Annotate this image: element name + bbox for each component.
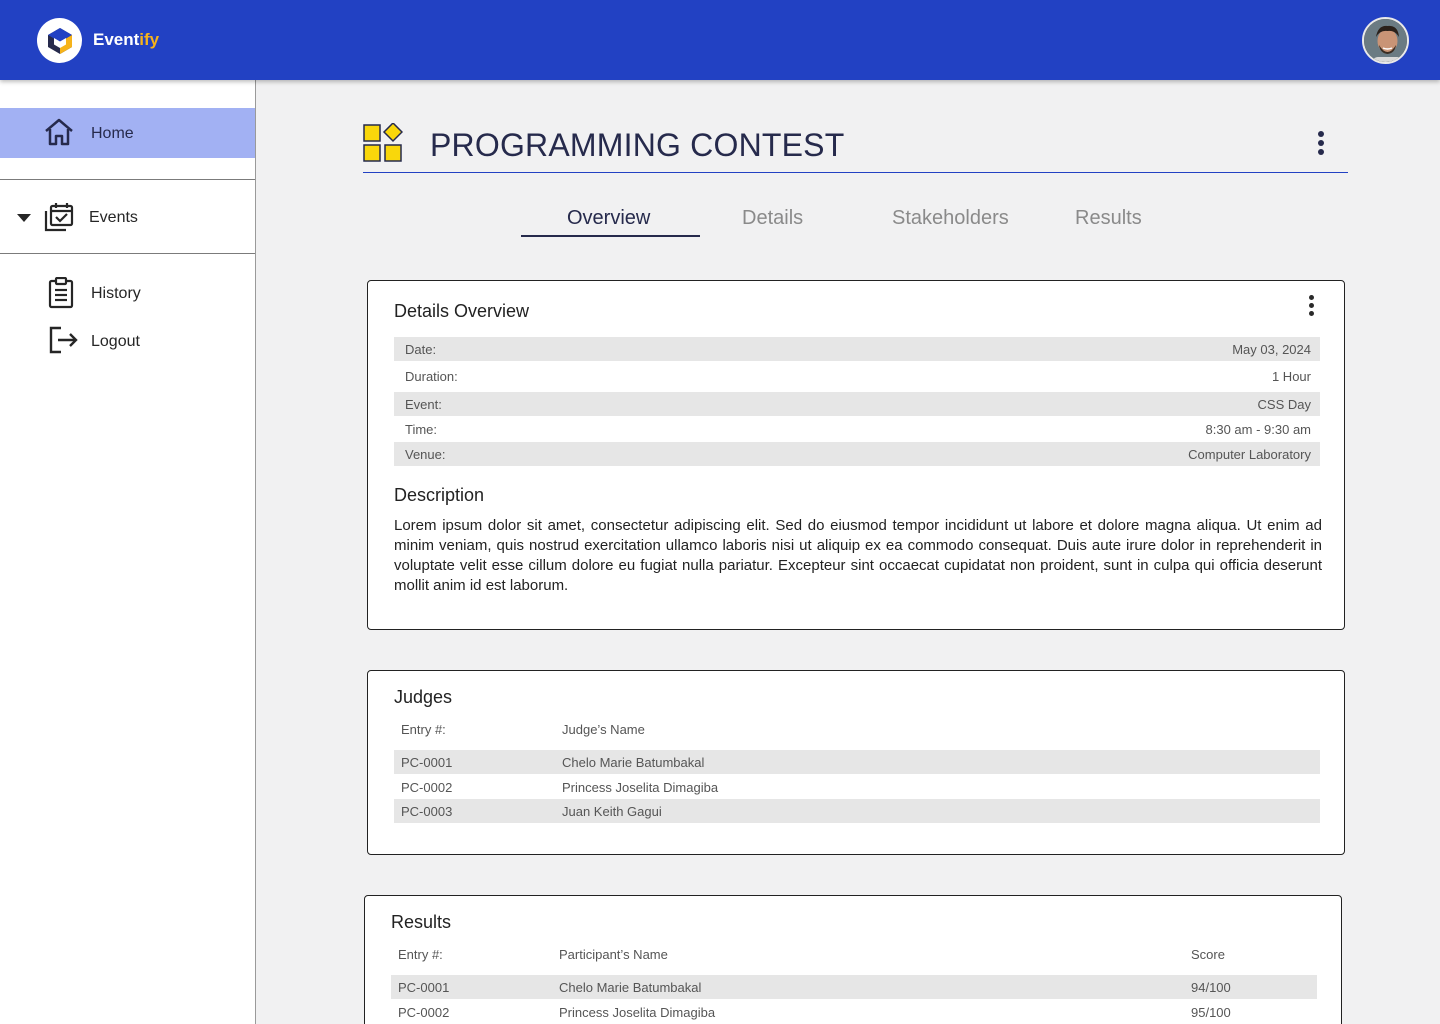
home-icon <box>44 118 74 151</box>
sidebar-item-home[interactable]: Home <box>0 108 255 158</box>
entry-cell: PC-0002 <box>398 1005 450 1020</box>
description-text: Lorem ipsum dolor sit amet, consectetur … <box>394 517 1322 594</box>
entry-cell: PC-0002 <box>401 780 453 795</box>
table-row: PC-0003 Juan Keith Gagui <box>394 799 1320 823</box>
sidebar: Home Events History Logout <box>0 80 256 1024</box>
detail-row-time: Time: 8:30 am - 9:30 am <box>394 417 1320 441</box>
logout-icon <box>47 325 79 360</box>
entry-cell: PC-0003 <box>401 804 453 819</box>
detail-value: May 03, 2024 <box>1232 342 1311 357</box>
name-cell: Princess Joselita Dimagiba <box>559 1005 716 1020</box>
active-tab-indicator <box>521 235 700 237</box>
detail-value: CSS Day <box>1257 397 1311 412</box>
name-cell: Princess Joselita Dimagiba <box>562 780 719 795</box>
detail-label: Duration: <box>405 369 458 384</box>
sidebar-divider <box>0 253 255 254</box>
page-title: PROGRAMMING CONTEST <box>430 127 845 163</box>
card-title: Details Overview <box>394 301 530 321</box>
detail-label: Event: <box>405 397 442 412</box>
detail-row-duration: Duration: 1 Hour <box>394 364 1320 388</box>
card-title: Judges <box>394 687 453 707</box>
detail-label: Time: <box>405 422 438 437</box>
caret-down-icon[interactable] <box>17 214 31 222</box>
calendar-check-icon <box>44 202 74 237</box>
tab-results[interactable]: Results <box>1075 207 1142 230</box>
detail-value: 8:30 am - 9:30 am <box>1205 422 1312 437</box>
brand-name[interactable]: Eventify <box>93 30 159 50</box>
user-avatar[interactable] <box>1362 17 1409 64</box>
sidebar-item-label: Logout <box>91 333 140 350</box>
table-row: PC-0001 Chelo Marie Batumbakal 94/100 <box>391 975 1317 999</box>
column-header-entry: Entry #: <box>398 947 443 962</box>
entry-cell: PC-0001 <box>398 980 450 995</box>
details-overview-card: Details Overview Date: May 03, 2024 Dura… <box>367 280 1345 630</box>
score-cell: 94/100 <box>1191 980 1231 995</box>
results-card: Results Entry #: Participant’s Name Scor… <box>364 895 1342 1024</box>
column-header-entry: Entry #: <box>401 722 446 737</box>
name-cell: Juan Keith Gagui <box>562 804 662 819</box>
table-row: PC-0002 Princess Joselita Dimagiba 95/10… <box>391 1000 1317 1024</box>
detail-value: 1 Hour <box>1271 369 1311 384</box>
judges-card: Judges Entry #: Judge’s Name PC-0001 Che… <box>367 670 1345 855</box>
table-row: PC-0001 Chelo Marie Batumbakal <box>394 750 1320 774</box>
column-header-participant-name: Participant’s Name <box>559 947 668 962</box>
score-cell: 95/100 <box>1191 1005 1231 1020</box>
apps-icon <box>363 121 404 163</box>
name-cell: Chelo Marie Batumbakal <box>559 980 702 995</box>
top-bar: Eventify <box>0 0 1440 80</box>
column-header-score: Score <box>1191 947 1225 962</box>
name-cell: Chelo Marie Batumbakal <box>562 755 705 770</box>
title-divider <box>363 172 1348 173</box>
table-row: PC-0002 Princess Joselita Dimagiba <box>394 775 1320 799</box>
sidebar-divider <box>0 179 255 180</box>
brand-logo-icon[interactable] <box>37 18 82 63</box>
card-title: Results <box>391 912 452 932</box>
detail-value: Computer Laboratory <box>1188 447 1311 462</box>
description-heading: Description <box>394 485 485 505</box>
sidebar-item-label: Home <box>91 125 134 142</box>
clipboard-icon <box>47 276 75 314</box>
tab-details[interactable]: Details <box>742 207 803 230</box>
tab-stakeholders[interactable]: Stakeholders <box>892 207 1009 230</box>
sidebar-item-logout[interactable]: Logout <box>0 322 255 358</box>
tab-overview[interactable]: Overview <box>567 207 650 230</box>
sidebar-item-label: History <box>91 285 141 302</box>
detail-label: Date: <box>405 342 437 357</box>
card-menu-kebab-icon[interactable] <box>1304 295 1318 319</box>
detail-label: Venue: <box>405 447 446 462</box>
tab-bar: Overview Details Stakeholders Results <box>520 205 1220 245</box>
detail-row-event: Event: CSS Day <box>394 392 1320 416</box>
detail-row-venue: Venue: Computer Laboratory <box>394 442 1320 466</box>
sidebar-item-history[interactable]: History <box>0 274 255 310</box>
sidebar-item-label: Events <box>89 209 138 226</box>
column-header-judge-name: Judge’s Name <box>562 722 645 737</box>
entry-cell: PC-0001 <box>401 755 453 770</box>
page-menu-kebab-icon[interactable] <box>1311 130 1331 158</box>
sidebar-item-events[interactable]: Events <box>0 198 255 238</box>
detail-row-date: Date: May 03, 2024 <box>394 337 1320 361</box>
